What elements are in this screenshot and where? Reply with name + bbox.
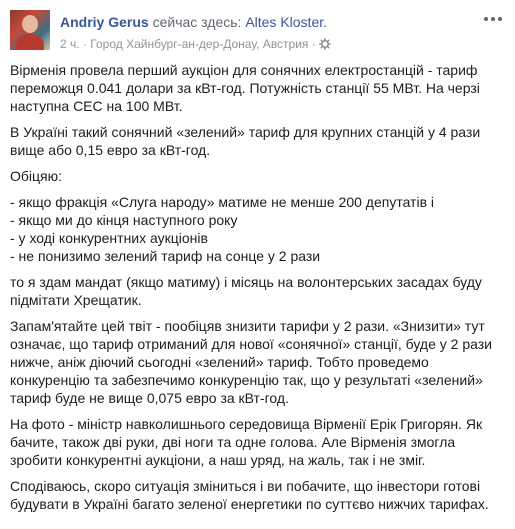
meta-separator-2: · xyxy=(311,36,316,51)
paragraph-1: Вірменія провела перший аукціон для соня… xyxy=(10,62,480,114)
promise-item: - якщо фракція «Слуга народу» матиме не … xyxy=(10,194,435,210)
paragraph-6: На фото - міністр навколишнього середови… xyxy=(10,416,483,468)
avatar[interactable] xyxy=(10,10,50,50)
meta-separator: · xyxy=(82,36,87,51)
dot xyxy=(491,17,495,21)
post-body: Вірменія провела перший аукціон для соня… xyxy=(10,61,500,521)
place-link[interactable]: Город Хайнбург-ан-дер-Донау, Австрия xyxy=(90,37,308,51)
avatar-face xyxy=(22,15,38,33)
paragraph-3: Обіцяю: xyxy=(10,168,63,184)
author-line: Andriy Gerus сейчас здесь: Altes Kloster… xyxy=(60,13,327,31)
status-text: сейчас здесь: xyxy=(152,14,242,30)
promise-item: - не понизимо зелений тариф на сонце у 2… xyxy=(10,248,321,264)
location-link[interactable]: Altes Kloster. xyxy=(245,14,327,30)
paragraph-4: то я здам мандат (якщо матиму) і місяць … xyxy=(10,274,482,308)
author-name[interactable]: Andriy Gerus xyxy=(60,14,149,30)
paragraph-7: Сподіваюсь, скоро ситуація зміниться і в… xyxy=(10,478,489,512)
avatar-body xyxy=(16,34,44,50)
post-meta: 2 ч. · Город Хайнбург-ан-дер-Донау, Авст… xyxy=(60,35,332,52)
gear-icon[interactable] xyxy=(319,37,332,50)
promise-item: - якщо ми до кінця наступного року xyxy=(10,212,238,228)
dot xyxy=(484,17,488,21)
promise-item: - у ході конкурентних аукціонів xyxy=(10,230,208,246)
post-header: Andriy Gerus сейчас здесь: Altes Kloster… xyxy=(10,8,505,54)
paragraph-5: Запам'ятайте цей твіт - пообіцяв знизити… xyxy=(10,318,492,406)
more-options-icon[interactable] xyxy=(481,12,505,26)
dot xyxy=(498,17,502,21)
paragraph-2: В Україні такий сонячний «зелений» тариф… xyxy=(10,124,481,158)
post-time[interactable]: 2 ч. xyxy=(60,37,80,51)
